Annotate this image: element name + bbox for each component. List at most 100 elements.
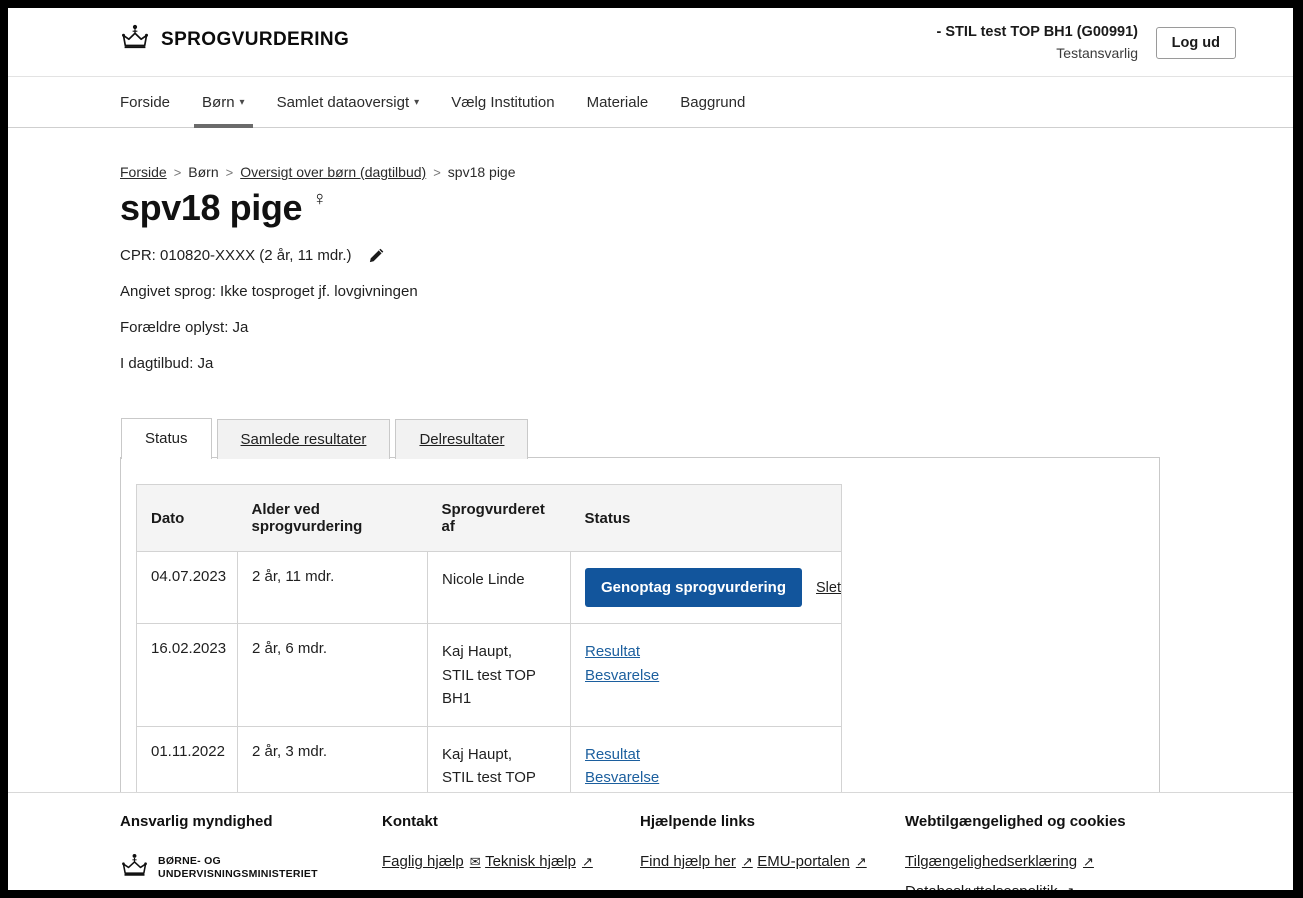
footer-link-tilgaengelighedserklaering[interactable]: Tilgængelighedserklæring ↗ <box>905 853 1094 870</box>
tab-delresultater[interactable]: Delresultater <box>395 419 529 460</box>
daycare-row: I dagtilbud: Ja <box>120 355 1160 372</box>
footer-link-teknisk-hjaelp[interactable]: Teknisk hjælp ↗ <box>485 853 593 870</box>
breadcrumb-item-born: Børn <box>188 164 219 180</box>
female-icon: ♀ <box>312 188 328 210</box>
table-body: 04.07.2023 2 år, 11 mdr. Nicole Linde Ge… <box>136 551 842 830</box>
footer-heading: Ansvarlig myndighed <box>120 813 273 830</box>
nav-item-label: Forside <box>120 93 171 111</box>
footer-column-kontakt: Kontakt Faglig hjælp ✉ Teknisk hjælp ↗ <box>382 813 640 890</box>
delete-link[interactable]: Slet <box>816 580 841 596</box>
chevron-down-icon: ▾ <box>414 96 420 108</box>
page-title-row: spv18 pige ♀ <box>120 187 1160 228</box>
breadcrumb-item-current: spv18 pige <box>447 164 516 180</box>
external-link-icon: ↗ <box>1064 884 1075 891</box>
ministry-logo: BØRNE- OG UNDERVISNINGSMINISTERIET <box>120 853 382 883</box>
cell-alder: 2 år, 11 mdr. <box>237 551 428 625</box>
result-link[interactable]: Resultat <box>585 640 827 663</box>
nav-list: Forside Børn ▾ Samlet dataoversigt ▾ Væl… <box>120 77 761 130</box>
cell-status: Genoptag sprogvurdering Slet <box>570 551 842 625</box>
footer-link-label: Tilgængelighedserklæring <box>905 853 1078 870</box>
result-link[interactable]: Resultat <box>585 743 827 766</box>
status-table: Dato Alder ved sprogvurdering Sprogvurde… <box>136 484 842 830</box>
table-row: 04.07.2023 2 år, 11 mdr. Nicole Linde Ge… <box>136 551 842 625</box>
site-header: SPROGVURDERING - STIL test TOP BH1 (G009… <box>8 8 1293 77</box>
cell-alder: 2 år, 6 mdr. <box>237 623 428 728</box>
external-link-icon: ↗ <box>855 853 867 869</box>
nav-item-forside[interactable]: Forside <box>120 77 186 127</box>
table-row: 16.02.2023 2 år, 6 mdr. Kaj Haupt, STIL … <box>136 623 842 728</box>
table-head: Dato Alder ved sprogvurdering Sprogvurde… <box>136 484 842 553</box>
brand-logo-link[interactable]: SPROGVURDERING <box>120 24 349 55</box>
footer-link-label: EMU-portalen <box>757 853 850 870</box>
logout-button[interactable]: Log ud <box>1155 27 1236 59</box>
nav-item-materiale[interactable]: Materiale <box>571 77 665 127</box>
user-role: Testansvarlig <box>1056 45 1138 62</box>
nav-item-born[interactable]: Børn ▾ <box>186 77 261 130</box>
table-header-row: Dato Alder ved sprogvurdering Sprogvurde… <box>136 484 842 553</box>
main-navigation: Forside Børn ▾ Samlet dataoversigt ▾ Væl… <box>8 77 1293 130</box>
nav-item-baggrund[interactable]: Baggrund <box>664 77 761 127</box>
column-header-status: Status <box>570 484 842 553</box>
site-footer: Ansvarlig myndighed BØRNE- OG UNDERVISNI… <box>8 792 1293 890</box>
cell-sprogvurderet-af: Kaj Haupt, STIL test TOP BH1 <box>427 623 571 728</box>
ministry-line-1: BØRNE- OG <box>158 855 221 868</box>
parents-row: Forældre oplyst: Ja <box>120 319 1160 336</box>
page-root: SPROGVURDERING - STIL test TOP BH1 (G009… <box>8 8 1293 890</box>
nav-item-vaelg-institution[interactable]: Vælg Institution <box>435 77 570 127</box>
resume-assessment-button[interactable]: Genoptag sprogvurdering <box>585 568 803 608</box>
language-text: Angivet sprog: Ikke tosproget jf. lovgiv… <box>120 283 418 301</box>
footer-link-label: Teknisk hjælp <box>485 853 576 870</box>
external-link-icon: ↗ <box>741 853 753 869</box>
footer-heading: Hjælpende links <box>640 813 756 830</box>
user-info: - STIL test TOP BH1 (G00991) Testansvarl… <box>937 22 1138 63</box>
external-link-icon: ↗ <box>581 853 593 869</box>
footer-heading: Webtilgængelighed og cookies <box>905 813 1126 830</box>
nav-item-samlet-dataoversigt[interactable]: Samlet dataoversigt ▾ <box>261 77 436 127</box>
column-header-sprogvurderet-af: Sprogvurderet af <box>427 484 571 553</box>
chevron-down-icon: ▾ <box>239 96 245 108</box>
tab-label: Delresultater <box>419 431 505 449</box>
breadcrumb: Forside > Børn > Oversigt over børn (dag… <box>120 164 1160 180</box>
tab-strip: Status Samlede resultater Delresultater <box>121 417 1160 460</box>
footer-link-databeskyttelse[interactable]: Databeskyttelsespolitik ↗ <box>905 883 1074 890</box>
footer-column-myndighed: Ansvarlig myndighed BØRNE- OG UNDERVISNI… <box>120 813 382 890</box>
cell-status: Resultat Besvarelse <box>570 623 842 728</box>
ministry-name: BØRNE- OG UNDERVISNINGSMINISTERIET <box>158 855 318 881</box>
footer-link-label: Faglig hjælp <box>382 853 464 870</box>
nav-item-label: Børn <box>202 93 235 111</box>
answer-link[interactable]: Besvarelse <box>585 766 827 789</box>
footer-link-faglig-hjaelp[interactable]: Faglig hjælp ✉ <box>382 853 481 870</box>
footer-link-label: Find hjælp her <box>640 853 736 870</box>
breadcrumb-item-forside[interactable]: Forside <box>120 164 167 180</box>
nav-item-label: Materiale <box>586 93 649 111</box>
footer-link-emu[interactable]: EMU-portalen ↗ <box>757 853 866 870</box>
language-row: Angivet sprog: Ikke tosproget jf. lovgiv… <box>120 283 1160 300</box>
assessor-line-2: STIL test TOP BH1 <box>442 666 536 707</box>
nav-item-label: Samlet dataoversigt <box>276 93 410 111</box>
column-header-dato: Dato <box>136 484 238 553</box>
browser-viewport: SPROGVURDERING - STIL test TOP BH1 (G009… <box>8 8 1293 890</box>
pencil-icon[interactable] <box>368 247 385 264</box>
footer-link-label: Databeskyttelsespolitik <box>905 883 1058 890</box>
external-link-icon: ↗ <box>1083 853 1094 869</box>
cell-dato: 16.02.2023 <box>136 623 238 728</box>
breadcrumb-item-oversigt[interactable]: Oversigt over børn (dagtilbud) <box>240 164 426 180</box>
main-content: Forside > Børn > Oversigt over børn (dag… <box>8 128 1293 853</box>
footer-link-find-hjaelp[interactable]: Find hjælp her ↗ <box>640 853 753 870</box>
parents-text: Forældre oplyst: Ja <box>120 319 249 337</box>
footer-heading: Kontakt <box>382 813 438 830</box>
user-name: - STIL test TOP BH1 (G00991) <box>936 24 1138 40</box>
breadcrumb-separator: > <box>225 164 234 180</box>
breadcrumb-separator: > <box>433 164 441 180</box>
tab-samlede-resultater[interactable]: Samlede resultater <box>216 419 391 460</box>
breadcrumb-separator: > <box>173 164 182 180</box>
answer-link[interactable]: Besvarelse <box>585 664 827 687</box>
crown-icon <box>120 853 149 883</box>
assessor-line-1: Nicole Linde <box>442 571 525 589</box>
cpr-row: CPR: 010820-XXXX (2 år, 11 mdr.) <box>120 247 1160 264</box>
footer-columns: Ansvarlig myndighed BØRNE- OG UNDERVISNI… <box>120 813 1253 890</box>
nav-item-label: Vælg Institution <box>451 93 555 111</box>
tab-status[interactable]: Status <box>121 418 212 460</box>
brand-name: SPROGVURDERING <box>161 28 350 50</box>
cell-dato: 04.07.2023 <box>136 551 238 625</box>
